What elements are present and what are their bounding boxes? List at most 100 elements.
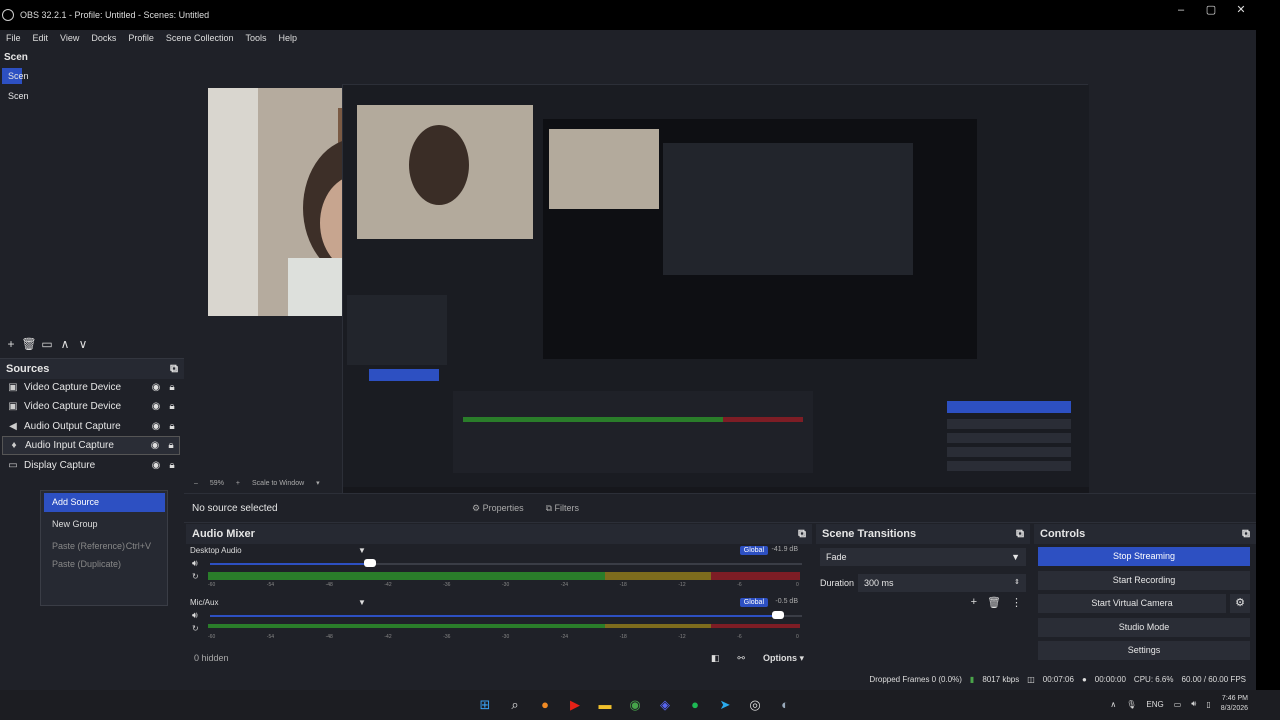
visibility-eye-icon[interactable]: ◉ bbox=[148, 382, 164, 393]
scene-item[interactable]: Scen bbox=[2, 68, 29, 84]
source-item[interactable]: ▣ Video Capture Device ◉ 🔒︎ bbox=[2, 378, 180, 397]
discord-icon[interactable]: ◈ bbox=[654, 694, 676, 716]
stop-streaming-button[interactable]: Stop Streaming bbox=[1038, 547, 1250, 566]
no-source-selected-label: No source selected bbox=[192, 502, 278, 514]
lock-icon[interactable]: 🔒︎ bbox=[164, 421, 180, 432]
clock[interactable]: 7:46 PM 8/3/2026 bbox=[1221, 694, 1248, 714]
chrome-icon[interactable]: ◉ bbox=[624, 694, 646, 716]
meter-tick-label: -54 bbox=[266, 582, 275, 588]
file-explorer-icon[interactable]: ▬ bbox=[594, 694, 616, 716]
maximize-button[interactable]: ▢ bbox=[1196, 0, 1226, 20]
remove-transition-button[interactable]: 🗑 bbox=[987, 596, 1001, 609]
windows-start-icon[interactable]: ⊞ bbox=[474, 694, 496, 716]
lock-icon[interactable]: 🔒︎ bbox=[163, 440, 179, 451]
visibility-eye-icon[interactable]: ◉ bbox=[148, 421, 164, 432]
monitor-audio-icon[interactable]: ↻ bbox=[192, 572, 199, 581]
visibility-eye-icon[interactable]: ◉ bbox=[148, 460, 164, 471]
volume-slider[interactable] bbox=[210, 559, 802, 567]
source-item[interactable]: ▭ Display Capture ◉ 🔒︎ bbox=[2, 456, 180, 475]
menu-edit[interactable]: Edit bbox=[33, 30, 49, 46]
duration-input[interactable]: 300 ms ⇕ bbox=[858, 574, 1026, 592]
remove-scene-button[interactable]: 🗑 bbox=[20, 337, 38, 351]
menu-help[interactable]: Help bbox=[278, 30, 297, 46]
menu-tools[interactable]: Tools bbox=[245, 30, 266, 46]
minimize-button[interactable]: – bbox=[1166, 0, 1196, 20]
scene-item[interactable]: Scen bbox=[2, 88, 29, 104]
paste-duplicate-menu-item[interactable]: Paste (Duplicate) bbox=[44, 555, 165, 574]
battery-icon[interactable]: ▯ bbox=[1206, 700, 1210, 709]
source-item-selected[interactable]: ♦ Audio Input Capture ◉ 🔒︎ bbox=[2, 436, 180, 455]
start-recording-button[interactable]: Start Recording bbox=[1038, 571, 1250, 590]
undock-icon[interactable]: ⧉ bbox=[798, 528, 806, 540]
scale-mode[interactable]: Scale to Window bbox=[252, 480, 304, 487]
menu-profile[interactable]: Profile bbox=[128, 30, 154, 46]
zoom-in-icon[interactable]: + bbox=[236, 480, 240, 487]
volume-icon[interactable]: 🔊︎ bbox=[192, 558, 198, 569]
undock-icon[interactable]: ⧉ bbox=[1016, 528, 1024, 540]
spotify-icon[interactable]: ● bbox=[684, 694, 706, 716]
add-source-menu-item[interactable]: Add Source bbox=[44, 493, 165, 512]
paste-reference-label: Paste (Reference) bbox=[52, 541, 126, 551]
filters-button[interactable]: ⧉ Filters bbox=[546, 503, 579, 514]
chevron-down-icon[interactable]: ▼ bbox=[358, 598, 366, 607]
language[interactable]: ENG bbox=[1146, 700, 1163, 709]
volume-slider-knob[interactable] bbox=[772, 611, 785, 619]
volume-icon[interactable]: 🔊︎ bbox=[192, 610, 198, 621]
lock-icon[interactable]: 🔒︎ bbox=[164, 460, 180, 471]
volume-slider-knob[interactable] bbox=[363, 559, 376, 567]
lock-icon[interactable]: 🔒︎ bbox=[164, 382, 180, 393]
studio-mode-button[interactable]: Studio Mode bbox=[1038, 618, 1250, 637]
network-icon[interactable]: ▭ bbox=[1174, 700, 1182, 709]
mic-icon[interactable]: 🎙︎ bbox=[1126, 700, 1136, 709]
visibility-eye-icon[interactable]: ◉ bbox=[148, 401, 164, 412]
start-virtual-camera-button[interactable]: Start Virtual Camera bbox=[1038, 594, 1226, 613]
visibility-eye-icon[interactable]: ◉ bbox=[147, 440, 163, 451]
firefox-icon[interactable]: ● bbox=[534, 694, 556, 716]
lock-icon[interactable]: 🔒︎ bbox=[164, 401, 180, 412]
layout-icon[interactable]: ◧ bbox=[711, 653, 720, 664]
source-item[interactable]: ◀ Audio Output Capture ◉ 🔒︎ bbox=[2, 417, 180, 436]
settings-button[interactable]: Settings bbox=[1038, 641, 1250, 660]
menu-file[interactable]: File bbox=[6, 30, 21, 46]
add-scene-button[interactable]: + bbox=[2, 337, 20, 351]
move-scene-up-button[interactable]: ∧ bbox=[56, 337, 74, 351]
paste-reference-menu-item[interactable]: Paste (Reference) Ctrl+V bbox=[44, 537, 165, 556]
chevron-down-icon[interactable]: ▼ bbox=[358, 546, 366, 555]
monitor-audio-icon[interactable]: ↻ bbox=[192, 624, 199, 633]
scene-filter-button[interactable]: ▭ bbox=[38, 337, 56, 351]
chevron-down-icon[interactable]: ▾ bbox=[316, 479, 320, 487]
volume-icon[interactable]: 🔊︎ bbox=[1191, 699, 1196, 709]
properties-button[interactable]: ⚙ Properties bbox=[472, 503, 524, 514]
gear-icon[interactable]: ⚙ bbox=[1230, 594, 1250, 613]
preview-canvas[interactable] bbox=[184, 48, 1256, 505]
undock-icon[interactable]: ⧉ bbox=[1242, 528, 1250, 540]
source-item[interactable]: ▣ Video Capture Device ◉ 🔒︎ bbox=[2, 397, 180, 416]
telegram-icon[interactable]: ➤ bbox=[714, 694, 736, 716]
obs-icon[interactable]: ◎ bbox=[744, 694, 766, 716]
add-source-label: Add Source bbox=[52, 497, 100, 507]
track-db-value: -0.5 dB bbox=[775, 598, 798, 605]
record-icon: ● bbox=[1081, 674, 1087, 684]
undock-icon[interactable]: ⧉ bbox=[170, 363, 178, 375]
youtube-icon[interactable]: ▶ bbox=[564, 694, 586, 716]
scene-transitions-header: Scene Transitions ⧉ bbox=[816, 524, 1030, 544]
zoom-out-icon[interactable]: – bbox=[194, 480, 198, 487]
chevron-up-icon[interactable]: ∧ bbox=[1110, 700, 1116, 709]
menu-docks[interactable]: Docks bbox=[91, 30, 116, 46]
more-options-icon[interactable]: ⋮ bbox=[1011, 596, 1022, 609]
meter-tick-label: 0 bbox=[796, 582, 799, 588]
add-transition-button[interactable]: + bbox=[971, 596, 977, 609]
stepper-icon[interactable]: ⇕ bbox=[1014, 574, 1020, 592]
search-icon[interactable]: ⌕ bbox=[504, 694, 526, 716]
options-button[interactable]: Options ▾ bbox=[763, 653, 804, 664]
link-icon[interactable]: ⚯ bbox=[737, 653, 745, 664]
menu-view[interactable]: View bbox=[60, 30, 79, 46]
move-scene-down-button[interactable]: ∨ bbox=[74, 337, 92, 351]
close-button[interactable]: ✕ bbox=[1226, 0, 1256, 20]
volume-slider[interactable] bbox=[210, 611, 802, 619]
menu-scene-collection[interactable]: Scene Collection bbox=[166, 30, 234, 46]
steam-icon[interactable]: ◐ bbox=[774, 694, 796, 716]
transition-select[interactable]: Fade ▼ bbox=[820, 548, 1026, 566]
global-badge: Global bbox=[739, 598, 768, 607]
new-group-menu-item[interactable]: New Group bbox=[44, 515, 165, 534]
